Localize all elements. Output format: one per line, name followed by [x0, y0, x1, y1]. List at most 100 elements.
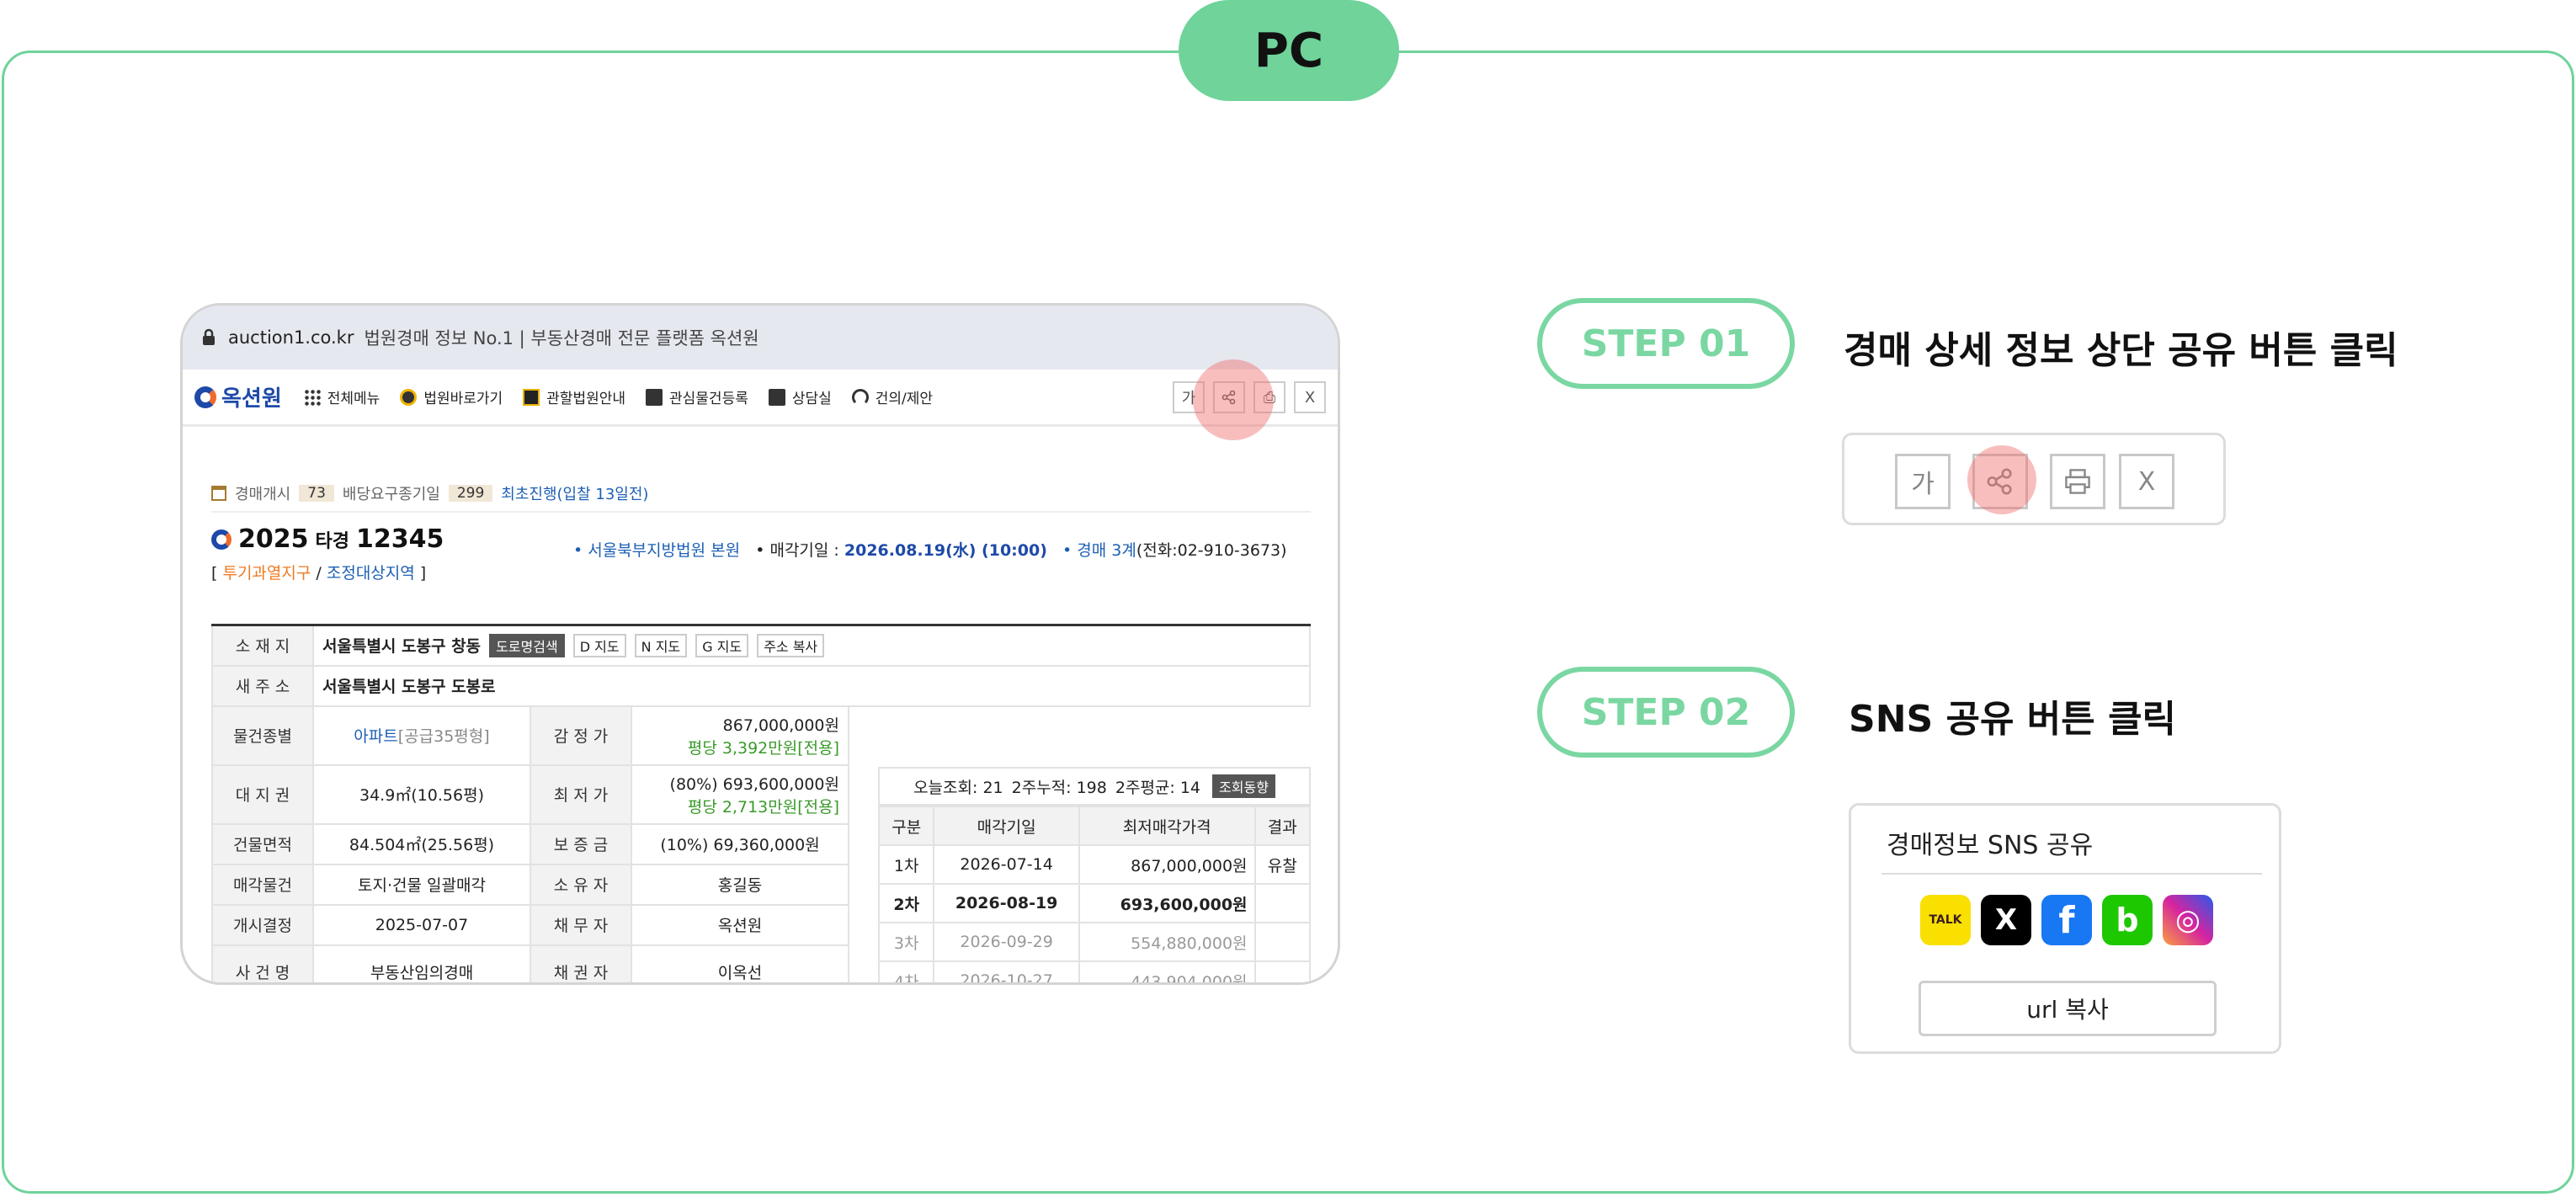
row-value: 이옥선 [631, 944, 849, 982]
date: 2026-08-19 [933, 883, 1080, 923]
row-label: 사 건 명 [211, 944, 314, 982]
row-label: 물건종별 [211, 705, 314, 766]
menu-label: 관심물건등록 [669, 391, 748, 407]
date: 2026-09-29 [933, 922, 1080, 962]
menu-label: 법원바로가기 [423, 391, 503, 407]
menu-item-suggest[interactable]: 건의/제안 [851, 386, 934, 407]
menu-item-court[interactable]: 법원바로가기 [400, 386, 503, 407]
x-share-icon[interactable]: X [1981, 895, 2031, 945]
address-cell: 서울특별시 도봉구 창동 도로명검색 D 지도 N 지도 G 지도 주소 복사 [312, 624, 1311, 667]
print-button[interactable] [2050, 454, 2105, 509]
map-button-naver[interactable]: N 지도 [634, 633, 688, 657]
case-number: 2025 타경 12345 [211, 524, 444, 554]
auction-detail: 경매개시 73 배당요구종기일 299 최초진행(입찰 13일전) 2025 타경… [211, 482, 1312, 982]
band-share-icon[interactable]: b [2102, 895, 2153, 945]
appraisal-value: 867,000,000원 [722, 716, 839, 735]
menu-label: 건의/제안 [875, 391, 934, 407]
row-label: 채 무 자 [530, 903, 632, 946]
zone-speculation: 투기과열지구 [222, 564, 311, 583]
row-label: 감 정 가 [530, 705, 632, 766]
zone-separator: / [316, 564, 322, 583]
property-type[interactable]: 아파트 [354, 727, 397, 746]
row-label: 대 지 권 [211, 763, 314, 825]
menu-item-favorites[interactable]: 관심물건등록 [646, 386, 748, 407]
row-label: 매각물건 [211, 863, 314, 906]
date: 2026-07-14 [933, 844, 1080, 885]
schedule-header: 구분 [877, 806, 935, 846]
browser-window: auction1.co.kr 법원경매 정보 No.1 | 부동산경매 전문 플… [180, 303, 1340, 985]
close-button[interactable]: X [2119, 454, 2174, 509]
appraisal-per-pyeong: 평당 3,392만원[전용] [687, 738, 839, 758]
phone: (전화:02-910-3673) [1136, 541, 1287, 560]
chat-icon [768, 388, 785, 406]
dividend-label: 배당요구종기일 [342, 486, 440, 503]
address: 서울특별시 도봉구 창동 [322, 636, 482, 656]
share-toolbar-preview: 가 X [1842, 433, 2226, 525]
row-value: 부동산임의경매 [312, 944, 531, 982]
row-value: 867,000,000원평당 3,392만원[전용] [631, 705, 849, 766]
view-stats: 오늘조회: 21 2주누적: 198 2주평균: 14 조회동향 [878, 767, 1311, 806]
copy-address-button[interactable]: 주소 복사 [757, 633, 825, 657]
row-value: 34.9㎡(10.56평) [312, 763, 531, 825]
sns-panel-title: 경매정보 SNS 공유 [1887, 831, 2094, 860]
schedule-row: 2차 2026-08-19 693,600,000원 [877, 883, 1312, 923]
row-value: 홍길동 [631, 863, 849, 906]
close-button[interactable]: X [1294, 381, 1326, 413]
row-label: 개시결정 [211, 903, 314, 946]
font-size-button[interactable]: 가 [1895, 454, 1951, 509]
result: 유찰 [1253, 844, 1312, 885]
divider [1881, 873, 2262, 875]
price: 867,000,000원 [1078, 844, 1256, 885]
kakaotalk-share-icon[interactable]: TALK [1920, 895, 1971, 945]
map-button-google[interactable]: G 지도 [695, 633, 749, 657]
views-two-week: 2주누적: 198 [1011, 778, 1107, 797]
new-address: 서울특별시 도봉구 도봉로 [322, 678, 496, 696]
court-name[interactable]: • 서울북부지방법원 본원 [573, 541, 740, 560]
open-label: 경매개시 [235, 486, 291, 503]
facebook-share-icon[interactable]: f [2041, 895, 2092, 945]
row-value: (80%) 693,600,000원 평당 2,713만원[전용] [631, 763, 849, 825]
case-type: 타경 [315, 530, 349, 552]
round: 3차 [877, 922, 935, 962]
url-domain: auction1.co.kr [228, 327, 354, 348]
menu-item-all[interactable]: 전체메뉴 [303, 386, 381, 407]
grid-icon [303, 388, 321, 406]
division: • 경매 3계 [1062, 541, 1136, 560]
new-address-label: 새 주 소 [211, 664, 314, 707]
view-trend-button[interactable]: 조회동향 [1212, 774, 1275, 798]
result [1253, 922, 1312, 962]
site-nav: 옥션원 전체메뉴 법원바로가기 관할법원안내 관심물건등록 상담실 건의/제안 … [183, 370, 1338, 427]
menu-item-consult[interactable]: 상담실 [768, 386, 832, 407]
row-value: 옥션원 [631, 903, 849, 946]
schedule-header: 최저매각가격 [1078, 806, 1256, 846]
map-button-daum[interactable]: D 지도 [572, 633, 626, 657]
menu-label: 전체메뉴 [327, 391, 381, 407]
row-value: 토지·건물 일괄매각 [312, 863, 531, 906]
sale-date-label: • 매각기일 : [755, 541, 839, 560]
copy-url-button[interactable]: url 복사 [1919, 981, 2217, 1036]
site-logo[interactable]: 옥션원 [194, 381, 282, 412]
price: 554,880,000원 [1078, 922, 1256, 962]
info-icon [523, 388, 540, 406]
min-per-pyeong: 평당 2,713만원[전용] [687, 797, 839, 817]
step-02-label: STEP 02 [1537, 667, 1795, 758]
map-label: 지도 [594, 638, 620, 655]
sns-share-panel: 경매정보 SNS 공유 TALK X f b ◎ url 복사 [1849, 803, 2281, 1054]
menu-item-jurisdiction[interactable]: 관할법원안내 [523, 386, 625, 407]
price: 443,904,000원 [1078, 960, 1256, 982]
headset-icon [851, 388, 869, 406]
instagram-share-icon[interactable]: ◎ [2163, 895, 2213, 945]
road-search-button[interactable]: 도로명검색 [489, 633, 565, 657]
progress-status: 최초진행(입찰 13일전) [501, 486, 649, 503]
page-title: 법원경매 정보 No.1 | 부동산경매 전문 플랫폼 옥션원 [364, 328, 759, 348]
row-value: 2025-07-07 [312, 903, 531, 946]
result [1253, 883, 1312, 923]
share-highlight [1967, 445, 2036, 514]
zone-bracket: ] [419, 564, 427, 583]
map-label: 지도 [716, 638, 742, 655]
logo-mark-icon [211, 529, 232, 550]
step-01-title: 경매 상세 정보 상단 공유 버튼 클릭 [1844, 329, 2398, 372]
round: 1차 [877, 844, 935, 885]
row-value: 아파트[공급35평형] [312, 705, 531, 766]
address-bar[interactable]: auction1.co.kr 법원경매 정보 No.1 | 부동산경매 전문 플… [183, 306, 1338, 370]
